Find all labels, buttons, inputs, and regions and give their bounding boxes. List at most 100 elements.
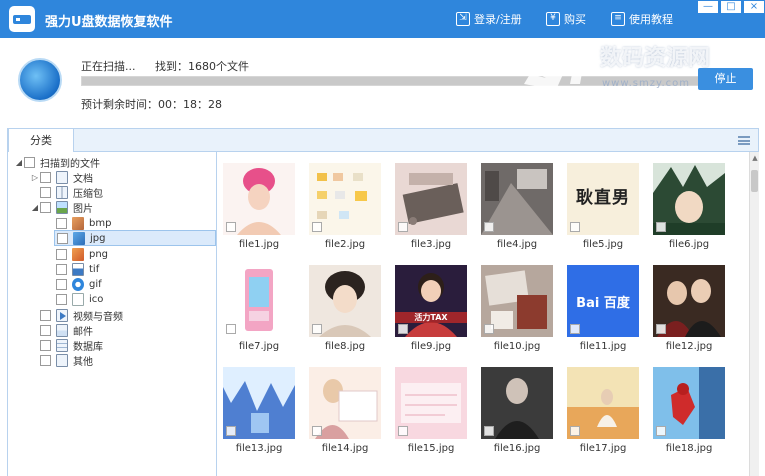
checkbox[interactable] (40, 339, 51, 351)
checkbox[interactable] (24, 156, 35, 168)
tree-item-tif[interactable]: tif (56, 261, 99, 277)
checkbox[interactable] (398, 222, 408, 232)
checkbox[interactable] (40, 201, 51, 213)
file-thumbnail[interactable] (481, 265, 553, 337)
tree-item-other[interactable]: 其他 (40, 352, 93, 368)
tree-item-images[interactable]: ◢ 图片 (30, 199, 93, 215)
checkbox[interactable] (56, 278, 67, 290)
checkbox[interactable] (56, 263, 67, 275)
file-name: file17.jpg (579, 443, 627, 454)
file-thumbnail[interactable]: 活力TAX (395, 265, 467, 337)
checkbox[interactable] (40, 186, 51, 198)
database-icon (56, 338, 68, 352)
file-name: file18.jpg (665, 443, 713, 454)
collapse-arrow-icon[interactable]: ◢ (14, 158, 24, 167)
file-name: file10.jpg (493, 341, 541, 352)
tree-item-bmp[interactable]: bmp (56, 215, 111, 231)
checkbox[interactable] (40, 171, 51, 183)
file-name: file13.jpg (235, 443, 283, 454)
file-name: file2.jpg (324, 239, 366, 250)
buy-button[interactable]: ¥ 购买 (546, 11, 586, 27)
file-thumbnail[interactable] (567, 367, 639, 439)
minimize-button[interactable]: — (697, 0, 719, 14)
checkbox[interactable] (484, 324, 494, 334)
tree-item-archives[interactable]: 压缩包 (30, 184, 103, 200)
tree-item-mail[interactable]: 邮件 (40, 322, 93, 338)
scrollbar-thumb[interactable] (751, 170, 758, 192)
bmp-icon (72, 216, 84, 230)
tree-item-video-audio[interactable]: 视频与音频 (40, 307, 123, 323)
grid-scrollbar[interactable]: ▲ (749, 152, 759, 476)
checkbox[interactable] (656, 426, 666, 436)
file-thumbnail[interactable] (223, 367, 295, 439)
login-button[interactable]: ⇲ 登录/注册 (456, 11, 522, 27)
checkbox[interactable] (312, 222, 322, 232)
checkbox[interactable] (570, 426, 580, 436)
file-name: file7.jpg (238, 341, 280, 352)
tree-item-ico[interactable]: ico (56, 291, 103, 307)
tree-item-jpg[interactable]: jpg (54, 230, 216, 246)
checkbox[interactable] (570, 222, 580, 232)
tree-item-label: 邮件 (73, 326, 93, 338)
checkbox[interactable] (226, 222, 236, 232)
checkbox[interactable] (656, 324, 666, 334)
maximize-button[interactable]: □ (720, 0, 742, 14)
thumbnail-caption: Bai 百度 (576, 296, 630, 311)
checkbox[interactable] (484, 222, 494, 232)
file-thumbnail[interactable] (481, 163, 553, 235)
file-thumbnail[interactable] (223, 265, 295, 337)
tab-category[interactable]: 分类 (8, 128, 74, 153)
file-thumbnail[interactable]: 耿直男 (567, 163, 639, 235)
tree-item-documents[interactable]: ▷ 文档 (30, 169, 93, 185)
collapse-arrow-icon[interactable]: ◢ (30, 203, 40, 212)
menu-icon[interactable] (738, 136, 750, 145)
file-thumbnail[interactable] (481, 367, 553, 439)
file-thumbnail[interactable] (309, 367, 381, 439)
file-thumbnail[interactable] (395, 367, 467, 439)
checkbox[interactable] (312, 426, 322, 436)
checkbox[interactable] (312, 324, 322, 334)
tree-item-gif[interactable]: gif (56, 276, 102, 292)
file-thumbnail[interactable] (223, 163, 295, 235)
scroll-up-icon[interactable]: ▲ (750, 154, 760, 162)
file-name: file3.jpg (410, 239, 452, 250)
tree-item-root[interactable]: ◢ 扫描到的文件 (14, 154, 100, 170)
checkbox[interactable] (226, 426, 236, 436)
file-thumbnail[interactable] (309, 265, 381, 337)
file-thumbnail[interactable]: Bai 百度 (567, 265, 639, 337)
checkbox[interactable] (56, 248, 67, 260)
file-thumbnail[interactable] (395, 163, 467, 235)
tree-item-png[interactable]: png (56, 246, 108, 262)
checkbox[interactable] (398, 324, 408, 334)
tree-item-label: jpg (90, 232, 106, 244)
file-thumbnail[interactable] (653, 163, 725, 235)
tree-item-label: 其他 (73, 356, 93, 368)
close-icon: × (749, 1, 759, 12)
checkbox[interactable] (398, 426, 408, 436)
watermark-text: 数码资源网 (600, 46, 711, 71)
checkbox[interactable] (656, 222, 666, 232)
file-name: file6.jpg (668, 239, 710, 250)
tutorial-button[interactable]: ≡ 使用教程 (611, 11, 673, 27)
tree-item-database[interactable]: 数据库 (40, 337, 103, 353)
checkbox[interactable] (226, 324, 236, 334)
jpg-icon (73, 231, 85, 245)
checkbox[interactable] (570, 324, 580, 334)
watermark-url: www.smzy.com (602, 78, 691, 89)
file-name: file11.jpg (579, 341, 627, 352)
checkbox[interactable] (56, 217, 67, 229)
close-button[interactable]: × (743, 0, 765, 14)
file-thumbnail[interactable] (653, 367, 725, 439)
checkbox[interactable] (40, 324, 51, 336)
file-thumbnail[interactable] (653, 265, 725, 337)
file-thumbnail-grid: file1.jpg file2.jpg file3.jpg file4.jpg … (218, 152, 749, 476)
checkbox[interactable] (40, 354, 51, 366)
checkbox[interactable] (40, 309, 51, 321)
expand-arrow-icon[interactable]: ▷ (30, 173, 40, 182)
checkbox[interactable] (57, 232, 68, 244)
checkbox[interactable] (484, 426, 494, 436)
file-thumbnail[interactable] (309, 163, 381, 235)
book-icon: ≡ (611, 12, 625, 26)
file-name: file5.jpg (582, 239, 624, 250)
checkbox[interactable] (56, 293, 67, 305)
